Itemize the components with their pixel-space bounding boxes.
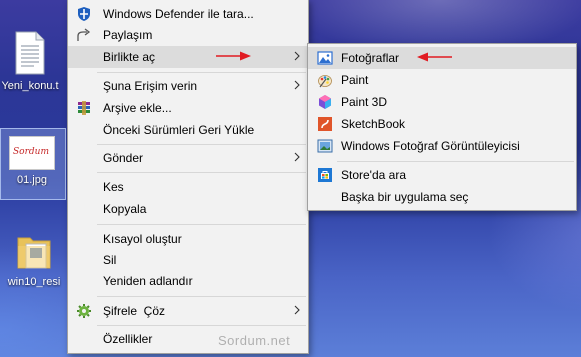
submenu-item-label: Paint bbox=[341, 73, 369, 87]
submenu-item-label: Windows Fotoğraf Görüntüleyicisi bbox=[341, 139, 520, 153]
submenu-item-paint-3d[interactable]: Paint 3D bbox=[308, 91, 576, 113]
menu-item-label: Sil bbox=[103, 253, 117, 267]
desktop-icon-01-jpg[interactable]: Sordum 01.jpg bbox=[0, 128, 66, 200]
menu-separator bbox=[97, 224, 306, 225]
menu-item-label: Kes bbox=[103, 180, 124, 194]
chevron-right-icon bbox=[294, 51, 300, 61]
menu-separator bbox=[97, 325, 306, 326]
defender-shield-icon bbox=[78, 7, 90, 21]
menu-item-label: Arşive ekle... bbox=[103, 101, 172, 115]
desktop-icon-label: Yeni_konu.t bbox=[1, 80, 59, 92]
share-icon bbox=[77, 28, 91, 41]
menu-item-label: Yeniden adlandır bbox=[103, 274, 193, 288]
submenu-item-windows-photo-viewer[interactable]: Windows Fotoğraf Görüntüleyicisi bbox=[308, 135, 576, 157]
menu-item-open-with[interactable]: Birlikte aç bbox=[68, 46, 308, 68]
paint-app-icon bbox=[318, 75, 332, 88]
annotation-arrow-right bbox=[216, 51, 251, 61]
submenu-item-label: SketchBook bbox=[341, 117, 406, 131]
menu-item-delete[interactable]: Sil bbox=[68, 249, 308, 271]
sketchbook-icon bbox=[318, 117, 332, 131]
menu-item-encrypt-decrypt[interactable]: Şifrele Çöz bbox=[68, 300, 308, 322]
menu-separator bbox=[97, 144, 306, 145]
image-file-icon: Sordum bbox=[9, 136, 55, 170]
submenu-item-paint[interactable]: Paint bbox=[308, 69, 576, 91]
menu-item-label: Kopyala bbox=[103, 202, 147, 216]
menu-item-send-to[interactable]: Gönder bbox=[68, 147, 308, 169]
menu-item-label: Birlikte aç bbox=[103, 50, 156, 64]
submenu-item-search-store[interactable]: Store'da ara bbox=[308, 164, 576, 186]
menu-separator bbox=[97, 296, 306, 297]
desktop-icon-win10[interactable]: win10_resi bbox=[2, 232, 66, 288]
desktop-icon-yeni-konu[interactable]: Yeni_konu.t bbox=[0, 30, 62, 92]
submenu-item-label: Başka bir uygulama seç bbox=[341, 190, 469, 204]
submenu-item-sketchbook[interactable]: SketchBook bbox=[308, 113, 576, 135]
context-menu: Windows Defender ile tara... Paylaşım Bi… bbox=[67, 0, 309, 354]
menu-item-label: Gönder bbox=[103, 151, 144, 165]
menu-item-add-to-archive[interactable]: Arşive ekle... bbox=[68, 97, 308, 119]
submenu-item-choose-another-app[interactable]: Başka bir uygulama seç bbox=[308, 186, 576, 208]
submenu-item-label: Paint 3D bbox=[341, 95, 388, 109]
menu-item-label: Windows Defender ile tara... bbox=[103, 7, 254, 21]
desktop-icon-label: 01.jpg bbox=[17, 174, 47, 186]
menu-separator bbox=[97, 172, 306, 173]
thumbnail-text: Sordum bbox=[13, 147, 49, 157]
submenu-separator bbox=[337, 161, 574, 162]
menu-item-rename[interactable]: Yeniden adlandır bbox=[68, 270, 308, 292]
menu-item-copy[interactable]: Kopyala bbox=[68, 198, 308, 220]
text-document-icon bbox=[15, 31, 45, 75]
open-with-submenu: Fotoğraflar Paint Paint 3D SketchBook Wi… bbox=[307, 43, 577, 211]
menu-item-label: Kısayol oluştur bbox=[103, 232, 182, 246]
winrar-archive-icon bbox=[78, 101, 90, 115]
menu-item-label: Şifrele Çöz bbox=[103, 304, 166, 318]
windows-photo-viewer-icon bbox=[317, 139, 333, 153]
watermark: Sordum.net bbox=[218, 333, 291, 348]
menu-item-defender-scan[interactable]: Windows Defender ile tara... bbox=[68, 3, 308, 25]
submenu-item-label: Fotoğraflar bbox=[341, 51, 400, 65]
chevron-right-icon bbox=[294, 80, 300, 90]
submenu-item-label: Store'da ara bbox=[341, 168, 406, 182]
menu-item-give-access[interactable]: Şuna Erişim verin bbox=[68, 75, 308, 97]
chevron-right-icon bbox=[294, 152, 300, 162]
menu-separator bbox=[97, 72, 306, 73]
paint-3d-icon bbox=[319, 95, 331, 109]
chevron-right-icon bbox=[294, 305, 300, 315]
photos-app-icon bbox=[317, 51, 333, 65]
zip-folder-icon bbox=[17, 237, 51, 269]
desktop-icon-label: win10_resi bbox=[7, 276, 61, 288]
store-icon bbox=[318, 168, 332, 182]
menu-item-share[interactable]: Paylaşım bbox=[68, 24, 308, 46]
menu-item-label: Özellikler bbox=[103, 332, 153, 346]
menu-item-label: Önceki Sürümleri Geri Yükle bbox=[103, 123, 255, 137]
menu-item-label: Şuna Erişim verin bbox=[103, 79, 198, 93]
encrypt-gear-icon bbox=[77, 304, 91, 318]
menu-item-create-shortcut[interactable]: Kısayol oluştur bbox=[68, 228, 308, 250]
menu-item-restore-previous-versions[interactable]: Önceki Sürümleri Geri Yükle bbox=[68, 119, 308, 141]
menu-item-label: Paylaşım bbox=[103, 28, 153, 42]
menu-item-cut[interactable]: Kes bbox=[68, 176, 308, 198]
annotation-arrow-left bbox=[417, 52, 452, 62]
